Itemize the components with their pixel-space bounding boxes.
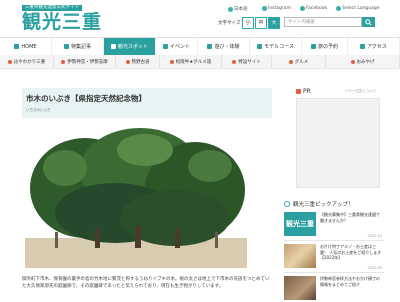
spot-icon [110,44,116,49]
pickup-date: 2022.10 [367,234,382,238]
divider [284,240,384,241]
nav-item-booking[interactable]: 旅の予約 [302,38,348,55]
pr-banner-area[interactable] [296,98,380,188]
globe-icon [228,6,233,12]
event-icon [162,44,168,49]
article-caption: 御浜町下市木、保育園の裏手の島の竹木地に繁茂と称するうねりイブキの木。根の太さは… [22,277,270,289]
pickup-item[interactable]: 伊勢神宮参拝方法やおかげ横丁の情報をまとめてご紹介 [284,276,384,302]
pickup-title: 【観光募集中】三重県観光連盟で働きませんか？ [320,212,380,223]
pickup-thumbnail [284,244,316,268]
food-icon [288,59,293,64]
subnav-item-souvenir[interactable]: おみやげ [326,55,400,68]
search-icon [365,18,372,26]
access-icon [360,44,366,49]
main-nav: HOME 特集記事 観光スポット イベント 遊び・体験 モデルコース 旅の予約 … [0,37,400,56]
nav-item-spots[interactable]: 観光スポット [104,38,156,55]
instagram-icon [262,6,267,11]
site-header: 三重県観光連盟公式サイト 観光三重 日本語 Instagram Facebook… [0,0,400,37]
pr-icon [296,89,301,94]
divider [284,272,384,273]
subnav-item-matsusaka[interactable]: 松阪牛★グルメ旅 [160,55,222,68]
pickup-thumbnail: 観光三重 [284,212,316,236]
home-icon [14,44,20,49]
pin-icon [7,59,12,64]
beef-icon [169,59,174,64]
font-size-large-button[interactable]: 大 [268,17,280,29]
article-title-box: 市木のいぶき【県指定天然記念物】 いちきのいぶき [22,88,272,118]
pickup-heading: 観光三重ピックアップ！ [284,200,354,208]
nav-item-events[interactable]: イベント [156,38,198,55]
nav-item-home[interactable]: HOME [0,38,52,55]
instagram-link[interactable]: Instagram [262,6,291,11]
font-size-small-button[interactable]: 小 [242,17,254,29]
trail-icon [125,59,130,64]
language-icon [336,6,341,11]
subnav-item-ise[interactable]: 伊勢神宮・伊勢志摩 [54,55,116,68]
facebook-link[interactable]: Facebook [300,6,327,11]
language-japanese-link[interactable]: 日本語 [228,6,248,12]
page-title: 市木のいぶき【県指定天然記念物】 [26,94,146,103]
tree-photo [25,128,247,268]
pr-heading: PR [296,88,311,95]
shrine-icon [61,59,66,64]
search-button[interactable] [362,17,375,27]
nav-item-activities[interactable]: 遊び・体験 [198,38,250,55]
pickup-title: お片け特丁アルゾ・お土産は三重！ 人気のお土産をご紹介します【2022年】 [320,244,382,260]
font-size-medium-button[interactable]: 中 [255,17,267,29]
subnav-item-gourmet[interactable]: グルメ [272,55,326,68]
pickup-title: 伊勢神宮参拝方法やおかげ横丁の情報をまとめてご紹介 [320,276,380,287]
play-icon [207,44,213,49]
nav-item-model-course[interactable]: モデルコース [250,38,302,55]
sub-nav: はやわかり三重 伊勢神宮・伊勢志摩 熊野古道 松阪牛★グルメ旅 特設サイト グル… [0,55,400,69]
page-title-reading: いちきのいぶき [26,108,51,112]
subnav-item-special[interactable]: 特設サイト [222,55,272,68]
site-logo[interactable]: 観光三重 [22,11,102,33]
nav-item-access[interactable]: アクセス [348,38,400,55]
feature-icon [63,44,69,49]
pickup-item[interactable]: お片け特丁アルゾ・お土産は三重！ 人気のお土産をご紹介します【2022年】 20… [284,244,384,270]
search-input[interactable]: サイト内検索 [284,17,362,27]
pickup-item[interactable]: 観光三重 【観光募集中】三重県観光連盟で働きませんか？ 2022.10 [284,212,384,238]
font-size-label: 文字サイズ [218,21,241,26]
banner-ad-info-link[interactable]: バナー広告について [345,89,376,94]
subnav-item-kumano[interactable]: 熊野古道 [116,55,160,68]
star-icon [232,59,237,64]
select-language-link[interactable]: Select Language [336,6,380,11]
pickup-thumbnail [284,276,316,300]
nav-item-features[interactable]: 特集記事 [52,38,104,55]
pickup-icon [284,201,290,207]
gift-icon [350,59,355,64]
course-icon [257,44,263,49]
subnav-item-quick-guide[interactable]: はやわかり三重 [0,55,54,68]
facebook-icon [300,6,305,11]
pickup-date: 2022.09 [367,266,382,270]
booking-icon [310,44,316,49]
